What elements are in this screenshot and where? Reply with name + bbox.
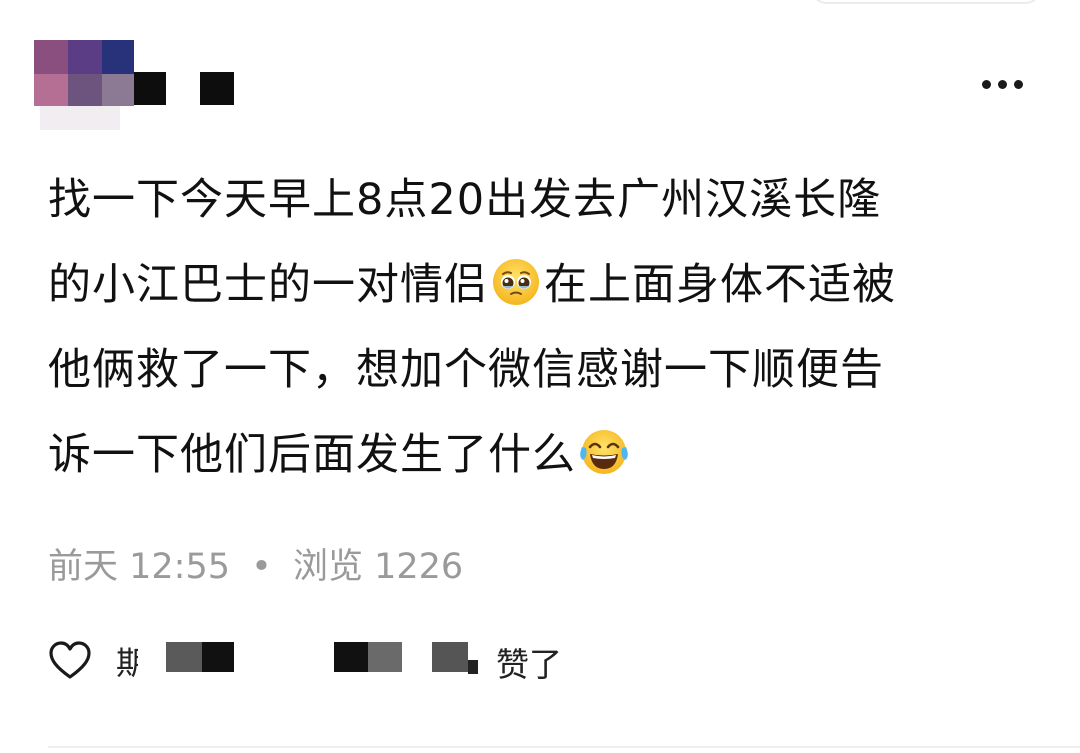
liker-mosaic [334,642,368,672]
post-line-segment: 诉一下他们后面发生了什么 [48,430,576,480]
username-mosaic-cell [134,72,166,105]
avatar-mosaic-cell [102,40,134,74]
avatar-mosaic-cell [34,74,68,106]
divider [48,746,1080,748]
post-line: 诉一下他们后面发生了什么 [48,413,1048,498]
liker-mosaic [368,642,402,672]
avatar-mosaic-cell [68,40,102,74]
post-line: 他俩救了一下，想加个微信感谢一下顺便告 [48,345,884,395]
views-count: 1226 [374,547,464,587]
avatar-mosaic-cell [68,74,102,106]
post-time: 前天 12:55 [48,547,230,587]
liker-name-partial: 期 [116,644,138,682]
avatar-mosaic-cell [34,40,68,74]
more-dot [997,79,1007,89]
liker-mosaic [432,642,468,672]
username-redacted[interactable] [134,72,238,108]
username-mosaic-cell [200,72,234,105]
post-line: 找一下今天早上8点20出发去广州汉溪长隆 [48,175,882,225]
post-line-segment: 的小江巴士的一对情侣 [48,260,488,310]
likes-suffix: 赞了 [496,645,562,684]
avatar-mosaic-cell [102,74,134,106]
more-dot [981,79,991,89]
views-label: 浏览 [292,547,363,587]
post-line-segment: 在上面身体不适被 [544,260,896,310]
post-line: 的小江巴士的一对情侣 在上面身体不适被 [48,243,1048,328]
liker-mosaic [166,642,202,672]
avatar-mosaic-cell [40,106,120,130]
more-dot [1013,79,1023,89]
pleading-face-emoji [491,251,541,305]
post-meta: 前天 12:55 • 浏览 1226 [48,538,463,589]
post-body: 找一下今天早上8点20出发去广州汉溪长隆 的小江巴士的一对情侣 在上面身体不适被… [48,158,1048,498]
liker-mosaic [468,660,478,674]
likes-row: 期 赞了 [48,636,748,686]
top-search-pill[interactable] [810,0,1042,4]
avatar[interactable] [34,40,134,130]
more-options-button[interactable] [972,66,1032,102]
meta-separator: • [251,547,272,587]
heart-icon[interactable] [48,640,92,680]
liker-mosaic [202,642,234,672]
tears-of-joy-emoji [579,421,629,474]
